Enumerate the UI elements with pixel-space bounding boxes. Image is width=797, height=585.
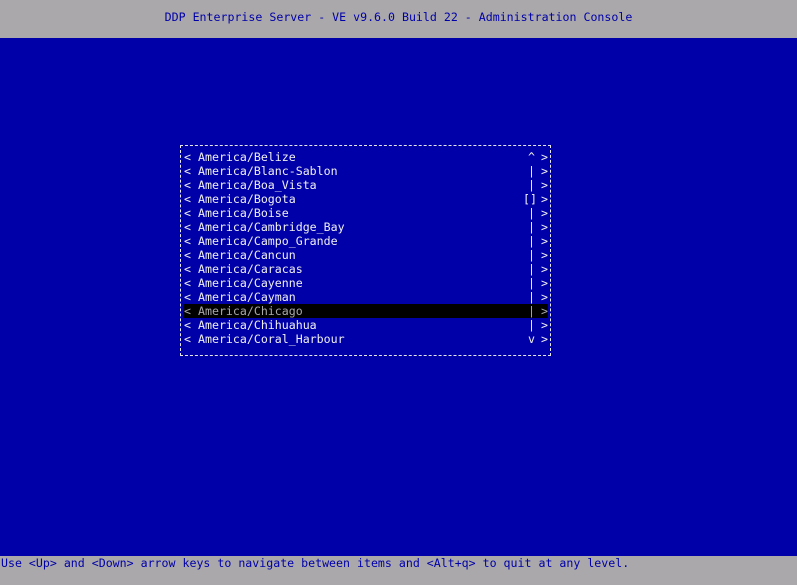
scrollbar-glyph[interactable]: | — [528, 234, 535, 248]
item-label: America/Cayenne — [198, 276, 303, 290]
list-item[interactable]: < America/Belize ^ > — [183, 150, 548, 164]
scrollbar-glyph[interactable]: | — [528, 206, 535, 220]
left-marker: < — [184, 276, 191, 290]
scrollbar-glyph[interactable]: | — [528, 178, 535, 192]
scrollbar-glyph[interactable]: ^ — [528, 150, 535, 164]
right-marker: > — [541, 206, 548, 220]
scrollbar-glyph[interactable]: | — [528, 248, 535, 262]
left-marker: < — [184, 262, 191, 276]
left-marker: < — [184, 178, 191, 192]
left-marker: < — [184, 332, 191, 346]
scrollbar-glyph[interactable]: | — [528, 318, 535, 332]
left-marker: < — [184, 304, 191, 318]
left-marker: < — [184, 164, 191, 178]
list-item[interactable]: < America/Campo_Grande | > — [183, 234, 548, 248]
right-marker: > — [541, 276, 548, 290]
list-item[interactable]: < America/Cancun | > — [183, 248, 548, 262]
item-label: America/Coral_Harbour — [198, 332, 345, 346]
scrollbar-glyph[interactable]: | — [528, 290, 535, 304]
app-title: DDP Enterprise Server - VE v9.6.0 Build … — [164, 10, 633, 24]
left-marker: < — [184, 290, 191, 304]
right-marker: > — [541, 234, 548, 248]
timezone-list[interactable]: < America/Belize ^ > < America/Blanc-Sablon | >… — [180, 145, 551, 356]
list-item[interactable]: < America/Coral_Harbour v > — [183, 332, 548, 346]
right-marker: > — [541, 290, 548, 304]
scrollbar-glyph[interactable]: | — [528, 276, 535, 290]
left-marker: < — [184, 192, 191, 206]
right-marker: > — [541, 164, 548, 178]
list-item[interactable]: < America/Chicago | > — [183, 304, 548, 318]
item-label: America/Campo_Grande — [198, 234, 338, 248]
item-label: America/Chihuahua — [198, 318, 317, 332]
item-label: America/Caracas — [198, 262, 303, 276]
scrollbar-glyph[interactable]: | — [528, 220, 535, 234]
right-marker: > — [541, 150, 548, 164]
left-marker: < — [184, 150, 191, 164]
item-label: America/Bogota — [198, 192, 296, 206]
list-item[interactable]: < America/Boa_Vista | > — [183, 178, 548, 192]
right-marker: > — [541, 248, 548, 262]
right-marker: > — [541, 304, 548, 318]
scrollbar-glyph[interactable]: | — [528, 262, 535, 276]
left-marker: < — [184, 234, 191, 248]
help-text: Use <Up> and <Down> arrow keys to naviga… — [1, 556, 630, 570]
list-item[interactable]: < America/Chihuahua | > — [183, 318, 548, 332]
item-label: America/Cambridge_Bay — [198, 220, 345, 234]
list-item[interactable]: < America/Bogota [] > — [183, 192, 548, 206]
item-label: America/Boise — [198, 206, 289, 220]
item-label: America/Cayman — [198, 290, 296, 304]
status-bar: Use <Up> and <Down> arrow keys to naviga… — [0, 556, 797, 585]
scrollbar-glyph[interactable]: | — [528, 164, 535, 178]
right-marker: > — [541, 318, 548, 332]
left-marker: < — [184, 206, 191, 220]
list-item[interactable]: < America/Cayman | > — [183, 290, 548, 304]
right-marker: > — [541, 220, 548, 234]
list-item[interactable]: < America/Cayenne | > — [183, 276, 548, 290]
list-item[interactable]: < America/Boise | > — [183, 206, 548, 220]
scrollbar-glyph[interactable]: | — [528, 304, 535, 318]
item-label: America/Boa_Vista — [198, 178, 317, 192]
list-item[interactable]: < America/Blanc-Sablon | > — [183, 164, 548, 178]
item-label: America/Cancun — [198, 248, 296, 262]
list-item[interactable]: < America/Cambridge_Bay | > — [183, 220, 548, 234]
item-label: America/Belize — [198, 150, 296, 164]
scrollbar-glyph[interactable]: [] — [523, 192, 537, 206]
list-item[interactable]: < America/Caracas | > — [183, 262, 548, 276]
left-marker: < — [184, 220, 191, 234]
right-marker: > — [541, 178, 548, 192]
title-bar: DDP Enterprise Server - VE v9.6.0 Build … — [0, 0, 797, 38]
right-marker: > — [541, 192, 548, 206]
item-label: America/Chicago — [198, 304, 303, 318]
scrollbar-glyph[interactable]: v — [528, 332, 535, 346]
right-marker: > — [541, 262, 548, 276]
item-label: America/Blanc-Sablon — [198, 164, 338, 178]
left-marker: < — [184, 248, 191, 262]
right-marker: > — [541, 332, 548, 346]
left-marker: < — [184, 318, 191, 332]
